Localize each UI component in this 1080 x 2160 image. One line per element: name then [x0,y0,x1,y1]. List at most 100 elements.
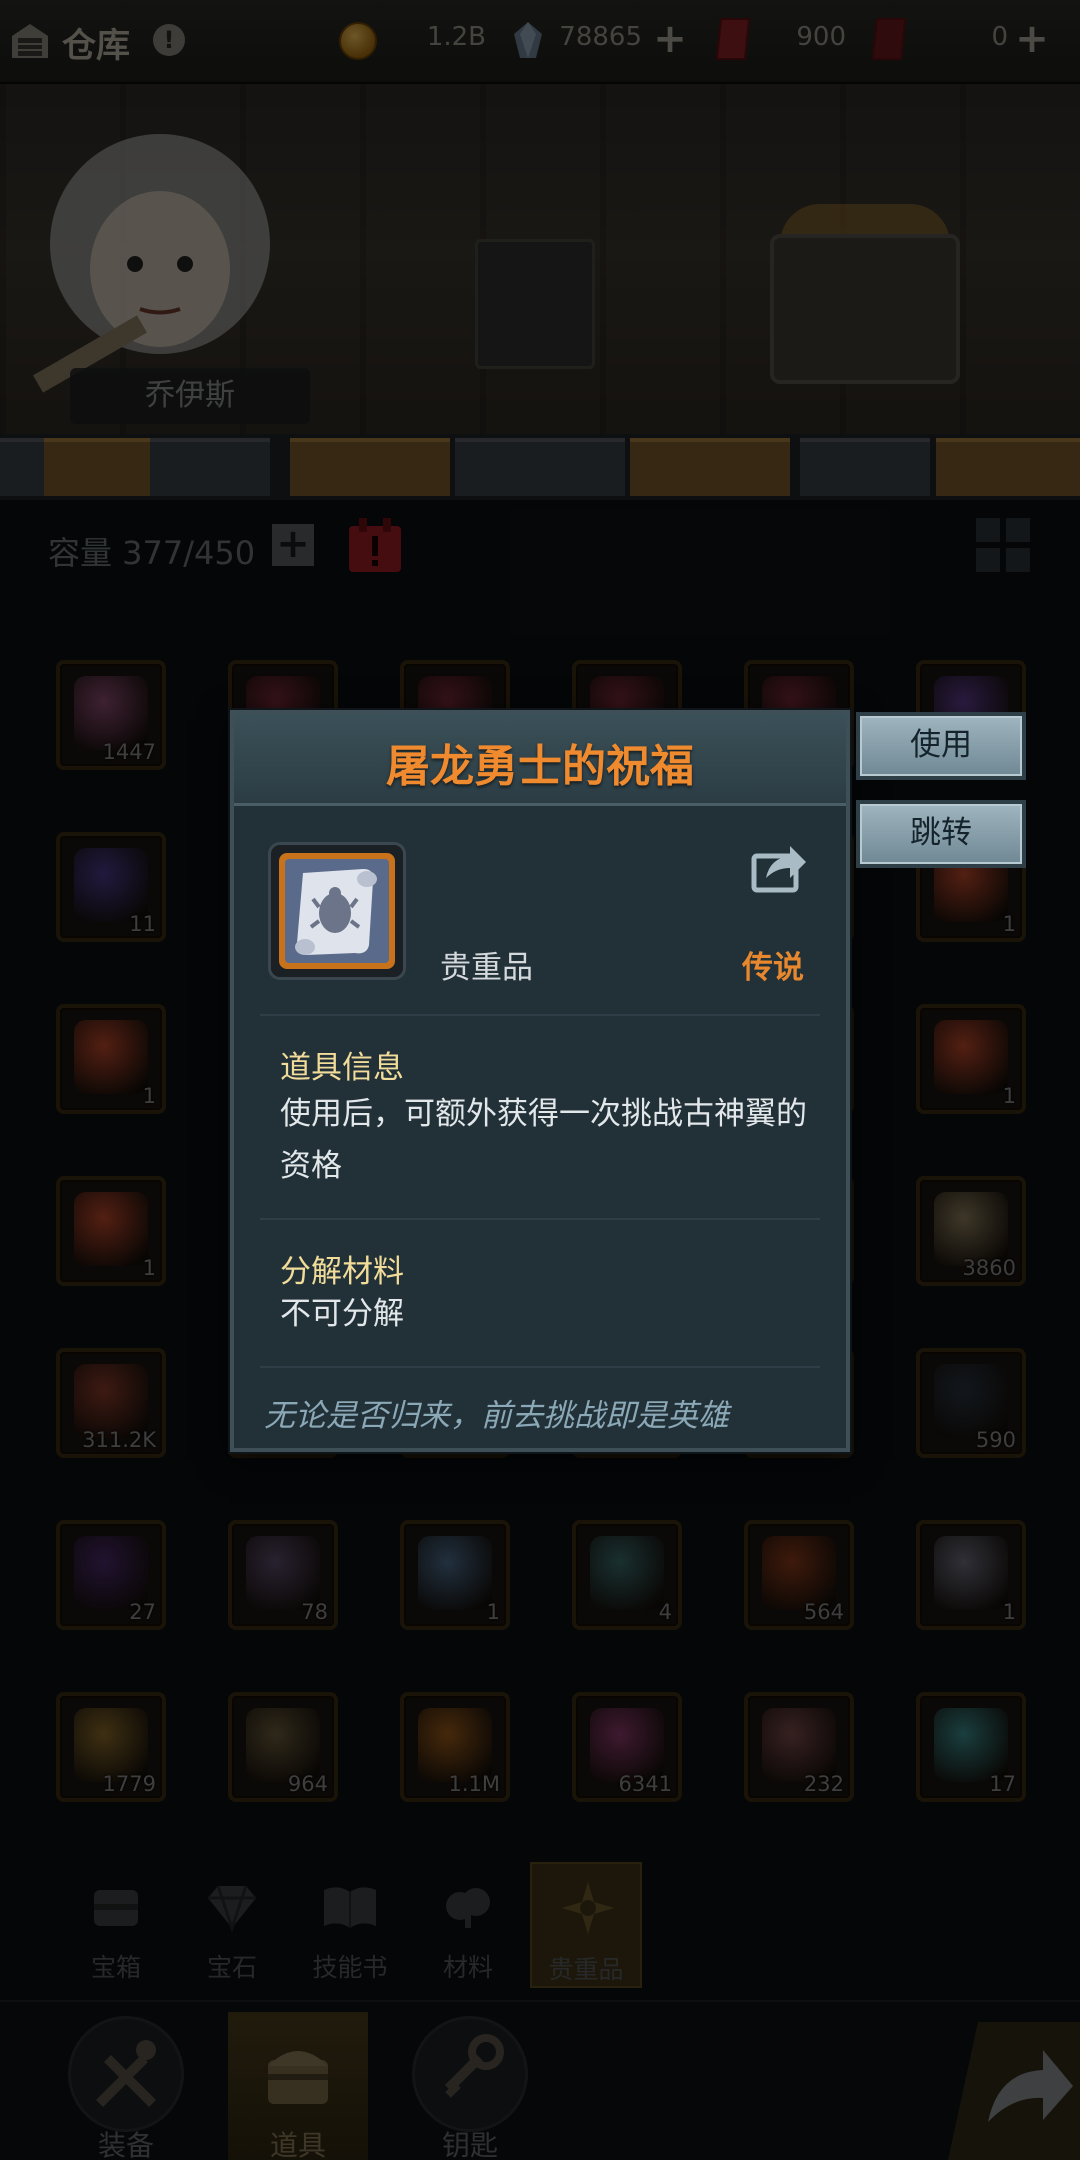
calendar-alert-icon[interactable] [345,516,405,576]
item-icon [934,1536,1008,1610]
item-icon [934,1020,1008,1094]
share-icon[interactable] [750,838,810,894]
treasure-chest [770,234,960,384]
share-arrow-icon[interactable] [938,2012,1080,2160]
valuable-icon [562,1882,614,1934]
item-quantity: 78 [301,1600,328,1624]
divider [260,1014,820,1016]
category-tab[interactable]: 宝箱 [60,1862,172,1988]
item-slot[interactable]: 17 [916,1692,1026,1802]
diamond-icon [208,1885,256,1933]
item-slot[interactable]: 232 [744,1692,854,1802]
item-icon [74,1364,148,1438]
jump-button[interactable]: 跳转 [856,800,1026,868]
gold-coin-icon [339,22,377,60]
add-crystal-button[interactable]: + [652,19,688,59]
item-slot[interactable]: 1 [916,1520,1026,1630]
item-quantity: 590 [975,1428,1016,1452]
item-quantity: 4 [658,1600,672,1624]
item-slot[interactable]: 564 [744,1520,854,1630]
item-slot[interactable]: 1 [56,1004,166,1114]
item-quantity: 1 [142,1256,156,1280]
item-quantity: 3860 [962,1256,1016,1280]
item-icon [934,1708,1008,1782]
item-quantity: 1 [142,1084,156,1108]
item-rarity: 传说 [742,950,804,986]
item-quantity: 1 [1002,912,1016,936]
item-slot[interactable]: 6341 [572,1692,682,1802]
shelf-block [44,438,154,496]
shelf-block [800,438,930,496]
item-quantity: 1779 [102,1772,156,1796]
item-quantity: 17 [989,1772,1016,1796]
item-quantity: 1 [1002,1084,1016,1108]
category-tab[interactable]: 材料 [412,1862,524,1988]
scroll-icon [285,859,389,963]
item-slot[interactable]: 27 [56,1520,166,1630]
item-title: 屠龙勇士的祝福 [386,741,694,792]
item-slot[interactable]: 3860 [916,1176,1026,1286]
info-body: 使用后，可额外获得一次挑战古神翼的资格 [280,1096,807,1184]
item-quantity: 564 [803,1600,844,1624]
equipment-icon [96,2040,156,2107]
item-category: 贵重品 [440,950,533,986]
red-ticket-amount: 900 [796,22,846,52]
warehouse-icon[interactable] [10,20,50,60]
item-icon [590,1708,664,1782]
crystal-amount: 78865 [559,22,642,52]
item-slot[interactable]: 78 [228,1520,338,1630]
item-slot[interactable]: 11 [56,832,166,942]
item-slot[interactable]: 1.1M [400,1692,510,1802]
item-slot[interactable]: 1 [56,1176,166,1286]
item-quantity: 232 [803,1772,844,1796]
item-slot[interactable]: 4 [572,1520,682,1630]
use-button[interactable]: 使用 [856,712,1026,780]
item-icon [74,1536,148,1610]
category-tab[interactable]: 贵重品 [530,1862,642,1988]
item-slot[interactable]: 1 [916,1004,1026,1114]
nav-label: 装备 [97,2129,154,2160]
item-icon [246,1708,320,1782]
expand-capacity-button[interactable]: + [272,524,314,566]
item-icon-inner [279,853,395,969]
item-quantity: 311.2K [82,1428,156,1452]
chest-icon [94,1890,138,1926]
divider [260,1218,820,1220]
item-slot[interactable]: 1779 [56,1692,166,1802]
item-icon-frame [268,842,406,980]
nav-label: 钥匙 [441,2129,498,2160]
category-tab-label: 材料 [442,1953,493,1982]
storage-box [475,239,595,369]
bottom-nav-item[interactable]: 装备 [56,2012,196,2160]
item-slot[interactable]: 311.2K [56,1348,166,1458]
item-icon [418,1708,492,1782]
item-quantity: 1 [486,1600,500,1624]
bottom-nav-item[interactable]: 道具 [228,2012,368,2160]
shelf-block [290,438,450,496]
decompose-body: 不可分解 [280,1296,404,1332]
dark-ticket-icon [871,18,907,60]
red-ticket-icon [715,18,751,60]
add-ticket-button[interactable]: + [1014,19,1050,59]
dark-ticket-amount: 0 [991,22,1008,52]
item-icon [762,1536,836,1610]
help-icon[interactable]: ! [153,24,185,56]
category-tab-label: 宝石 [206,1953,257,1982]
item-slot[interactable]: 964 [228,1692,338,1802]
crystal-icon [514,22,542,58]
shelf-block [150,438,270,496]
item-icon [74,1020,148,1094]
item-quantity: 1447 [102,740,156,764]
shelf-block [630,438,790,496]
grid-view-icon[interactable] [974,516,1032,574]
item-quantity: 6341 [618,1772,672,1796]
category-tab[interactable]: 技能书 [294,1862,406,1988]
item-slot[interactable]: 1 [400,1520,510,1630]
shelf-block [936,438,1080,496]
category-tab[interactable]: 宝石 [176,1862,288,1988]
item-slot[interactable]: 1447 [56,660,166,770]
item-quantity: 11 [129,912,156,936]
item-icon [74,848,148,922]
item-slot[interactable]: 590 [916,1348,1026,1458]
bottom-nav-item[interactable]: 钥匙 [400,2012,540,2160]
